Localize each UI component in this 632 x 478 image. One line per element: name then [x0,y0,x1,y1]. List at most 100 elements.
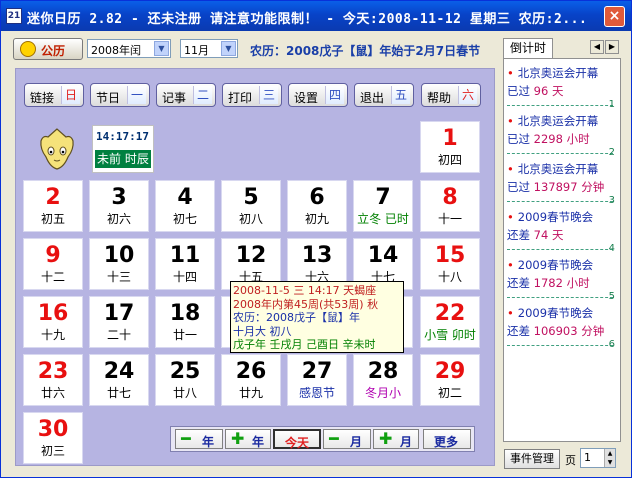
today-button[interactable]: 今天 [273,429,321,450]
day-cell[interactable]: 2 初五 [23,180,83,232]
minus-icon: ━ [329,429,339,448]
day-number: 13 [301,243,333,268]
lunar-label: 廿一 [172,328,197,342]
day-cell[interactable]: 18 廿一 [155,296,215,348]
lunar-label: 初四 [437,153,462,167]
countdown-item[interactable]: • 北京奥运会开幕 已过 2298 小时 2 [507,113,617,159]
bullet-icon: • [507,258,514,272]
day-cell[interactable]: 7 立冬 已时 [353,180,413,232]
more-button[interactable]: 更多 [423,429,471,449]
day-cell[interactable]: 5 初八 [221,180,281,232]
year-select[interactable]: 2008年闰 ▼ [87,39,171,58]
day-cell[interactable]: 4 初七 [155,180,215,232]
countdown-item[interactable]: • 北京奥运会开幕 已过 137897 分钟 3 [507,161,617,207]
day-number: 15 [434,243,466,268]
function-button[interactable]: 节日一 [90,83,150,107]
spin-down-icon[interactable]: ▼ [604,458,615,467]
day-cell[interactable]: 25 廿八 [155,354,215,406]
day-cell[interactable]: 9 十二 [23,238,83,290]
lunar-label: 廿七 [106,386,131,400]
day-number: 7 [375,185,391,210]
app-icon: 21 [6,8,22,24]
countdown-item[interactable]: • 2009春节晚会 还差 74 天4 [507,209,617,255]
day-number: 23 [37,359,69,384]
prev-month-button[interactable]: ━ 月 [323,429,371,449]
day-number: 14 [367,243,399,268]
event-manage-button[interactable]: 事件管理 [504,449,560,469]
day-cell[interactable]: 23 廿六 [23,354,83,406]
function-button[interactable]: 记事二 [156,83,216,107]
countdown-item[interactable]: • 2009春节晚会 还差 106903 分钟 6 [507,305,617,351]
day-number: 27 [301,359,333,384]
day-number: 28 [367,359,399,384]
lunar-label: 初六 [106,212,131,226]
day-cell[interactable]: 3 初六 [89,180,149,232]
close-button[interactable]: × [604,6,625,27]
lunar-label: 十三 [106,270,131,284]
day-cell[interactable]: 28 冬月小 [353,354,413,406]
lunar-label: 初九 [304,212,329,226]
title-bar[interactable]: 21 迷你日历 2.82 - 还未注册 请注意功能限制！ - 今天:2008-1… [1,1,631,31]
chevron-down-icon[interactable]: ▼ [154,41,169,56]
page-spinner[interactable]: 1 ▲ ▼ [580,448,616,468]
day-cell[interactable]: 24 廿七 [89,354,149,406]
chevron-left-icon[interactable]: ◀ [590,40,604,54]
day-cell[interactable]: 11 十四 [155,238,215,290]
month-select[interactable]: 11月 ▼ [180,39,238,58]
function-button[interactable]: 设置四 [288,83,348,107]
day-cell[interactable]: 8 十一 [420,180,480,232]
lunar-label: 初五 [40,212,65,226]
tab-countdown[interactable]: 倒计时 [503,38,553,58]
lunar-label: 立冬 已时 [357,212,409,226]
day-number: 29 [434,359,466,384]
spin-up-icon[interactable]: ▲ [604,449,615,458]
nongli-info: 农历：2008戊子【鼠】年始于2月7日春节 [250,44,481,58]
day-cell[interactable]: 27 感恩节 [287,354,347,406]
minus-icon: ━ [181,429,191,448]
function-button[interactable]: 退出五 [354,83,414,107]
lunar-label: 小雪 卯时 [424,328,476,342]
bullet-icon: • [507,162,514,176]
day-number: 26 [235,359,267,384]
lunar-label: 十四 [172,270,197,284]
lunar-label: 初三 [40,444,65,458]
calendar-panel: 链接日节日一记事二打印三设置四退出五帮助六 14:17:17 未前 时辰 1 初四… [15,68,495,466]
function-button[interactable]: 链接日 [24,83,84,107]
day-cell[interactable]: 26 廿九 [221,354,281,406]
day-cell[interactable]: 30 初三 [23,412,83,464]
countdown-list: • 北京奥运会开幕 已过 96 天 1 • 北京奥运会开幕 已过 2298 小时 2 • 北京奥运… [503,58,621,442]
lunar-label: 冬月小 [364,386,401,400]
day-number: 17 [103,301,135,326]
day-number: 11 [169,243,201,268]
day-number: 25 [169,359,201,384]
day-number: 5 [243,185,259,210]
chevron-down-icon[interactable]: ▼ [221,41,236,56]
function-button[interactable]: 帮助六 [421,83,481,107]
lunar-label: 十九 [40,328,65,342]
next-month-button[interactable]: ✚ 月 [373,429,419,449]
chevron-right-icon[interactable]: ▶ [605,40,619,54]
day-cell[interactable]: 1 初四 [420,121,480,173]
bullet-icon: • [507,210,514,224]
day-cell[interactable]: 10 十三 [89,238,149,290]
day-number: 1 [442,126,458,151]
day-cell[interactable]: 16 十九 [23,296,83,348]
day-cell[interactable]: 6 初九 [287,180,347,232]
day-cell[interactable]: 29 初二 [420,354,480,406]
next-year-button[interactable]: ✚ 年 [225,429,271,449]
day-cell[interactable]: 22 小雪 卯时 [420,296,480,348]
day-number: 24 [103,359,135,384]
day-cell[interactable]: 17 二十 [89,296,149,348]
bullet-icon: • [507,306,514,320]
clock-time: 14:17:17 [96,130,149,143]
function-button[interactable]: 打印三 [222,83,282,107]
lunar-label: 二十 [106,328,131,342]
countdown-item[interactable]: • 北京奥运会开幕 已过 96 天1 [507,65,617,111]
lunar-label: 感恩节 [298,386,335,400]
smiley-icon [20,41,36,57]
gongli-button[interactable]: 公历 [13,38,83,60]
prev-year-button[interactable]: ━ 年 [175,429,223,449]
countdown-item[interactable]: • 2009春节晚会 还差 1782 小时 5 [507,257,617,303]
day-cell[interactable]: 15 十八 [420,238,480,290]
bullet-icon: • [507,66,514,80]
